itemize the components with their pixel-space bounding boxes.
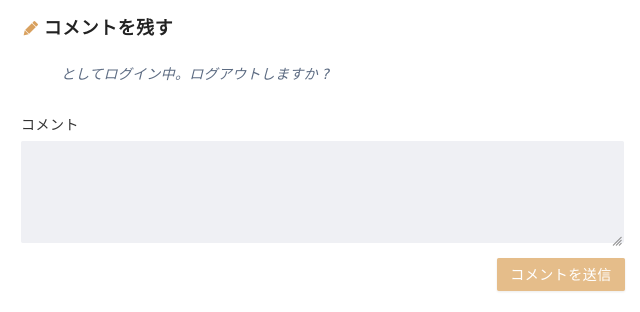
resize-grip-icon[interactable] bbox=[612, 231, 622, 246]
comment-textarea[interactable] bbox=[21, 141, 624, 243]
comment-title: コメントを残す bbox=[44, 18, 174, 39]
comment-heading: コメントを残す bbox=[20, 16, 174, 42]
comment-form: コメントを残す としてログイン中。ログアウトしますか ? コメント コメントを送… bbox=[0, 0, 640, 312]
submit-comment-button[interactable]: コメントを送信 bbox=[497, 258, 625, 291]
logged-in-note: としてログイン中。ログアウトしますか ? bbox=[61, 67, 331, 83]
pencil-icon bbox=[20, 19, 40, 39]
comment-label: コメント bbox=[21, 118, 79, 134]
